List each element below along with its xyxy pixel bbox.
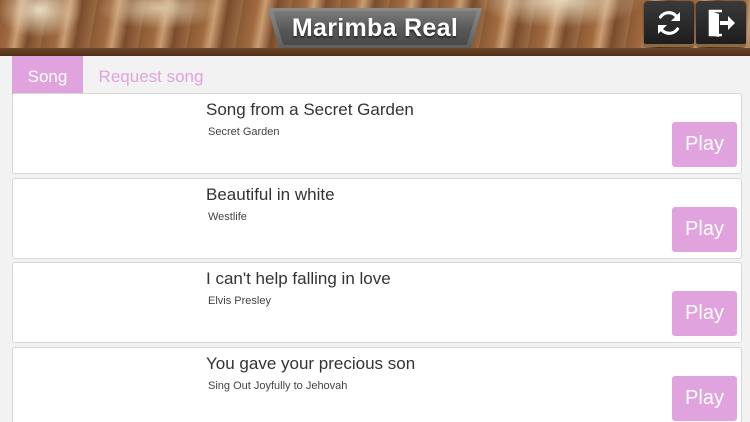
refresh-button[interactable] bbox=[644, 1, 694, 47]
song-title: You gave your precious son bbox=[206, 354, 416, 373]
play-button[interactable]: Play bbox=[672, 207, 737, 252]
song-card: I can't help falling in love Elvis Presl… bbox=[12, 262, 742, 343]
play-button[interactable]: Play bbox=[672, 291, 737, 336]
song-card: Beautiful in white Westlife Play bbox=[12, 178, 742, 259]
song-title: Beautiful in white bbox=[206, 185, 335, 204]
tab-request-song[interactable]: Request song bbox=[83, 56, 219, 97]
logout-button[interactable] bbox=[696, 1, 746, 47]
play-button[interactable]: Play bbox=[672, 376, 737, 421]
tab-song[interactable]: Song bbox=[12, 56, 83, 97]
refresh-icon bbox=[658, 10, 680, 35]
song-card: Song from a Secret Garden Secret Garden … bbox=[12, 93, 742, 174]
song-title: I can't help falling in love bbox=[206, 269, 391, 288]
exit-icon bbox=[708, 9, 735, 37]
play-button[interactable]: Play bbox=[672, 122, 737, 167]
app-header: Marimba Real bbox=[0, 0, 750, 56]
app-title: Marimba Real bbox=[291, 13, 459, 42]
song-artist: Secret Garden bbox=[208, 126, 280, 138]
song-artist: Sing Out Joyfully to Jehovah bbox=[208, 380, 348, 392]
song-card: You gave your precious son Sing Out Joyf… bbox=[12, 347, 742, 422]
tab-bar: Song Request song bbox=[12, 56, 738, 97]
song-artist: Westlife bbox=[208, 211, 247, 223]
song-title: Song from a Secret Garden bbox=[206, 100, 414, 119]
title-plate: Marimba Real bbox=[273, 11, 477, 45]
song-artist: Elvis Presley bbox=[208, 295, 271, 307]
